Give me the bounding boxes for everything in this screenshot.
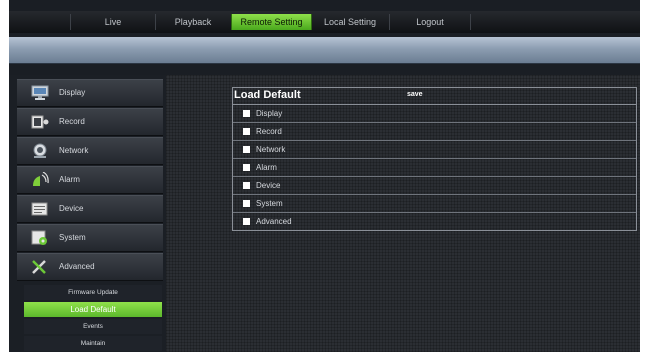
sidebar-item-label: System bbox=[59, 233, 86, 242]
option-row-advanced: Advanced bbox=[233, 213, 636, 230]
top-navigation: Live Playback Remote Setting Local Setti… bbox=[9, 11, 640, 33]
display-checkbox[interactable] bbox=[243, 110, 250, 117]
sidebar-item-label: Device bbox=[59, 204, 84, 213]
sidebar-item-label: Record bbox=[59, 117, 85, 126]
sidebar-item-display[interactable]: Display bbox=[17, 79, 163, 107]
sidebar-subitem-load-default[interactable]: Load Default bbox=[24, 302, 162, 317]
advanced-checkbox[interactable] bbox=[243, 218, 250, 225]
option-row-alarm: Alarm bbox=[233, 159, 636, 177]
system-checkbox[interactable] bbox=[243, 200, 250, 207]
sidebar-subitem-firmware-update[interactable]: Firmware Update bbox=[24, 285, 162, 300]
network-checkbox[interactable] bbox=[243, 146, 250, 153]
option-label: System bbox=[256, 199, 283, 208]
load-default-panel: Load Default save Display Record Network… bbox=[232, 87, 637, 231]
tab-playback[interactable]: Playback bbox=[155, 14, 232, 30]
sidebar-subitem-events[interactable]: Events bbox=[24, 319, 162, 334]
header-strip bbox=[9, 37, 640, 64]
panel-header: Load Default save bbox=[233, 88, 636, 105]
option-row-device: Device bbox=[233, 177, 636, 195]
option-label: Alarm bbox=[256, 163, 277, 172]
alarm-icon bbox=[33, 172, 49, 186]
record-icon bbox=[31, 115, 49, 129]
tab-local-setting[interactable]: Local Setting bbox=[311, 14, 390, 30]
save-button[interactable]: save bbox=[407, 91, 423, 98]
monitor-icon bbox=[31, 85, 49, 100]
system-icon bbox=[31, 230, 47, 245]
option-row-display: Display bbox=[233, 105, 636, 123]
option-row-network: Network bbox=[233, 141, 636, 159]
sidebar-item-label: Network bbox=[59, 146, 89, 155]
sidebar-item-record[interactable]: Record bbox=[17, 108, 163, 136]
record-checkbox[interactable] bbox=[243, 128, 250, 135]
tab-live[interactable]: Live bbox=[70, 14, 156, 30]
tab-logout[interactable]: Logout bbox=[390, 14, 471, 30]
sidebar-item-label: Display bbox=[59, 88, 86, 97]
sidebar-item-label: Advanced bbox=[59, 262, 95, 271]
option-label: Display bbox=[256, 109, 283, 118]
sidebar-item-device[interactable]: Device bbox=[17, 195, 163, 223]
sidebar-item-network[interactable]: Network bbox=[17, 137, 163, 165]
sidebar-subitem-maintain[interactable]: Maintain bbox=[24, 336, 162, 351]
option-label: Record bbox=[256, 127, 282, 136]
tab-remote-setting[interactable]: Remote Setting bbox=[231, 14, 312, 30]
alarm-checkbox[interactable] bbox=[243, 164, 250, 171]
sidebar: Display Record Network Alarm Device Syst… bbox=[9, 75, 166, 352]
option-label: Advanced bbox=[256, 217, 292, 226]
sidebar-item-advanced[interactable]: Advanced bbox=[17, 253, 163, 281]
device-checkbox[interactable] bbox=[243, 182, 250, 189]
option-row-system: System bbox=[233, 195, 636, 213]
network-icon bbox=[33, 143, 47, 158]
option-label: Device bbox=[256, 181, 281, 190]
tools-icon bbox=[32, 260, 46, 274]
sidebar-item-alarm[interactable]: Alarm bbox=[17, 166, 163, 194]
option-label: Network bbox=[256, 145, 286, 154]
sidebar-item-system[interactable]: System bbox=[17, 224, 163, 252]
device-icon bbox=[31, 202, 48, 216]
page-title: Load Default bbox=[234, 89, 301, 101]
sidebar-item-label: Alarm bbox=[59, 175, 80, 184]
option-row-record: Record bbox=[233, 123, 636, 141]
